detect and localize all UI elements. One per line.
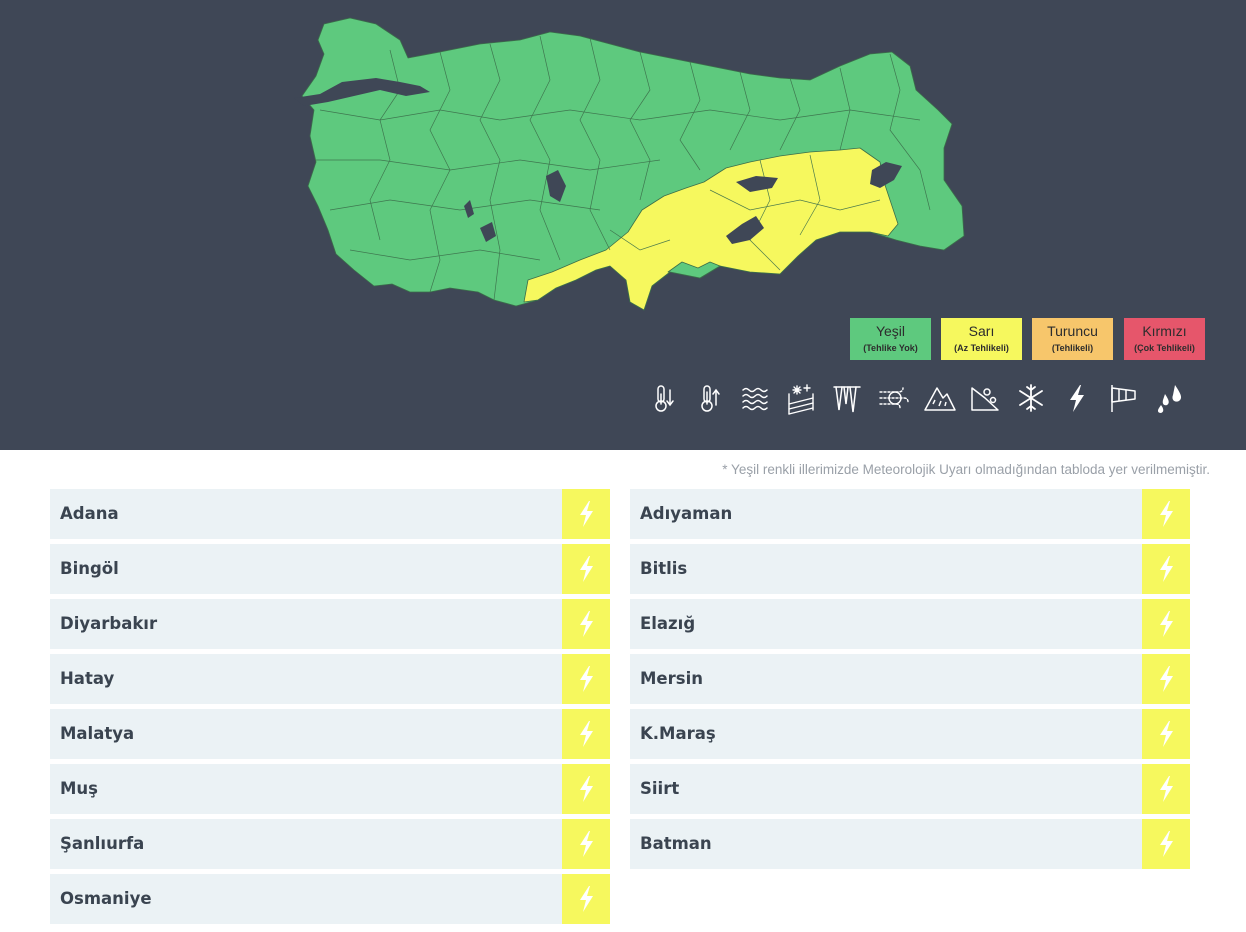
thunderstorm-warning-badge[interactable] xyxy=(562,819,610,869)
province-name: Bitlis xyxy=(640,559,688,578)
thunderstorm-icon xyxy=(580,556,593,582)
landslide-icon[interactable] xyxy=(967,380,1003,416)
thunderstorm-icon xyxy=(1160,776,1173,802)
province-name: Osmaniye xyxy=(60,889,152,908)
legend-yellow-sub: (Az Tehlikeli) xyxy=(954,343,1009,353)
province-name: Adıyaman xyxy=(640,504,733,523)
province-name: Malatya xyxy=(60,724,135,743)
snow-icon[interactable] xyxy=(1013,380,1049,416)
province-name: Siirt xyxy=(640,779,680,798)
turkey-warning-map xyxy=(294,17,965,311)
thunderstorm-warning-badge[interactable] xyxy=(562,709,610,759)
legend-green-sub: (Tehlike Yok) xyxy=(863,343,918,353)
thunderstorm-icon xyxy=(1160,556,1173,582)
province-name: Mersin xyxy=(640,669,703,688)
icing-icon[interactable] xyxy=(829,380,865,416)
province-row[interactable]: Muş xyxy=(50,764,610,814)
thunderstorm-warning-badge[interactable] xyxy=(562,544,610,594)
province-name: K.Maraş xyxy=(640,724,716,743)
thunderstorm-warning-badge[interactable] xyxy=(562,489,610,539)
province-name: Muş xyxy=(60,779,98,798)
thunderstorm-icon xyxy=(580,886,593,912)
no-warning-note: * Yeşil renkli illerimizde Meteorolojik … xyxy=(722,462,1210,477)
thunderstorm-warning-badge[interactable] xyxy=(1142,764,1190,814)
fog-icon[interactable] xyxy=(737,380,773,416)
thunderstorm-warning-badge[interactable] xyxy=(562,599,610,649)
thunderstorm-warning-badge[interactable] xyxy=(1142,544,1190,594)
province-row[interactable]: Şanlıurfa xyxy=(50,819,610,869)
legend-green-label: Yeşil xyxy=(875,323,906,339)
thunderstorm-icon xyxy=(580,776,593,802)
thunderstorm-warning-badge[interactable] xyxy=(562,764,610,814)
province-name: Adana xyxy=(60,504,119,523)
province-name: Bingöl xyxy=(60,559,119,578)
heat-icon[interactable] xyxy=(691,380,727,416)
legend-red: Kırmızı (Çok Tehlikeli) xyxy=(1124,318,1205,360)
province-row[interactable]: Diyarbakır xyxy=(50,599,610,649)
province-row[interactable]: Bitlis xyxy=(630,544,1190,594)
rain-icon[interactable] xyxy=(1151,380,1187,416)
cold-icon[interactable] xyxy=(645,380,681,416)
thunderstorm-warning-badge[interactable] xyxy=(1142,489,1190,539)
thunderstorm-warning-badge[interactable] xyxy=(562,654,610,704)
province-name: Batman xyxy=(640,834,712,853)
thunderstorm-icon xyxy=(1160,501,1173,527)
legend-green: Yeşil (Tehlike Yok) xyxy=(850,318,931,360)
province-name: Şanlıurfa xyxy=(60,834,145,853)
province-row[interactable]: Siirt xyxy=(630,764,1190,814)
legend-yellow-label: Sarı xyxy=(968,323,995,339)
province-row[interactable]: Bingöl xyxy=(50,544,610,594)
province-row[interactable]: Elazığ xyxy=(630,599,1190,649)
thunderstorm-icon xyxy=(580,611,593,637)
legend-red-label: Kırmızı xyxy=(1142,323,1187,339)
thunderstorm-icon xyxy=(1160,666,1173,692)
thunderstorm-icon[interactable] xyxy=(1059,380,1095,416)
province-row[interactable]: Hatay xyxy=(50,654,610,704)
thunderstorm-icon xyxy=(1160,721,1173,747)
legend-orange: Turuncu (Tehlikeli) xyxy=(1032,318,1113,360)
thunderstorm-warning-badge[interactable] xyxy=(1142,819,1190,869)
thunderstorm-icon xyxy=(1160,611,1173,637)
legend-orange-sub: (Tehlikeli) xyxy=(1051,343,1094,353)
province-row[interactable]: Batman xyxy=(630,819,1190,869)
thunderstorm-icon xyxy=(580,666,593,692)
thunderstorm-icon xyxy=(580,721,593,747)
thunderstorm-warning-badge[interactable] xyxy=(562,874,610,924)
province-name: Elazığ xyxy=(640,614,696,633)
thunderstorm-warning-badge[interactable] xyxy=(1142,709,1190,759)
province-row[interactable]: Osmaniye xyxy=(50,874,610,924)
thunderstorm-warning-badge[interactable] xyxy=(1142,654,1190,704)
avalanche-icon[interactable] xyxy=(921,380,957,416)
map-panel: Yeşil (Tehlike Yok) Sarı (Az Tehlikeli) … xyxy=(0,0,1246,450)
snow-rain-icon[interactable] xyxy=(783,380,819,416)
thunderstorm-icon xyxy=(1160,831,1173,857)
wind-icon[interactable] xyxy=(875,380,911,416)
thunderstorm-icon xyxy=(580,831,593,857)
strong-wind-icon[interactable] xyxy=(1105,380,1141,416)
province-row[interactable]: Mersin xyxy=(630,654,1190,704)
thunderstorm-icon xyxy=(580,501,593,527)
province-name: Hatay xyxy=(60,669,115,688)
legend-yellow: Sarı (Az Tehlikeli) xyxy=(941,318,1022,360)
province-name: Diyarbakır xyxy=(60,614,158,633)
province-row[interactable]: Adıyaman xyxy=(630,489,1190,539)
thunderstorm-warning-badge[interactable] xyxy=(1142,599,1190,649)
legend-red-sub: (Çok Tehlikeli) xyxy=(1134,343,1195,353)
province-row[interactable]: Malatya xyxy=(50,709,610,759)
province-row[interactable]: K.Maraş xyxy=(630,709,1190,759)
legend-orange-label: Turuncu xyxy=(1047,323,1098,339)
province-row[interactable]: Adana xyxy=(50,489,610,539)
